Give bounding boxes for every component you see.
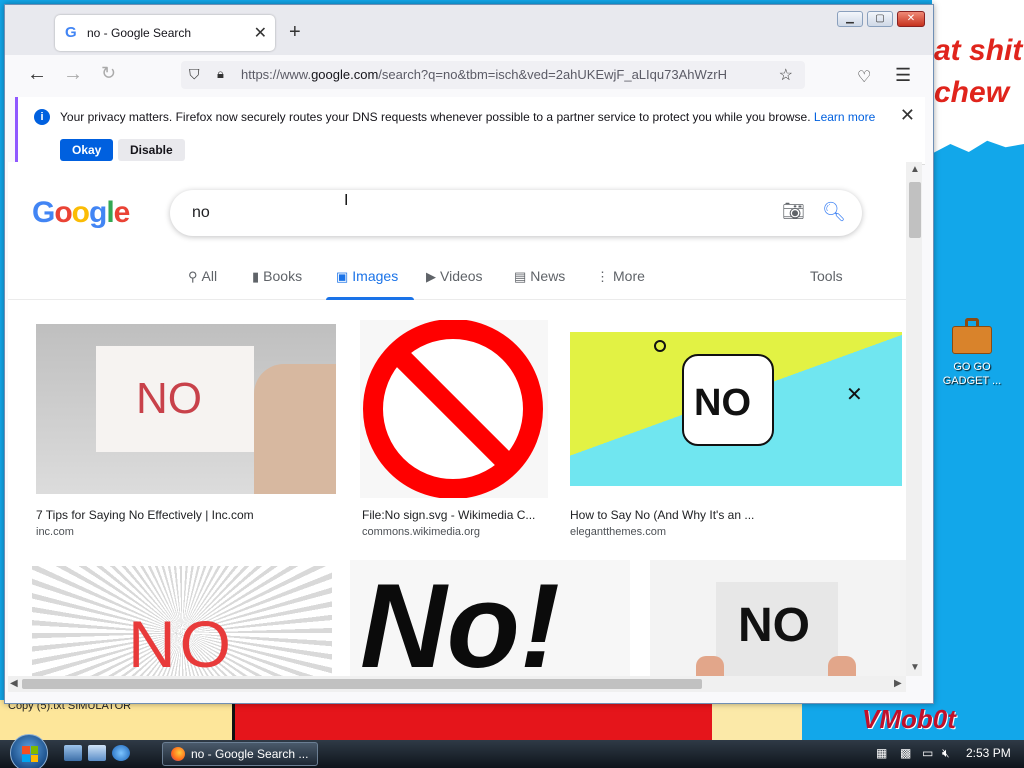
tab-title: no - Google Search (87, 26, 192, 40)
taskbar-firefox-button[interactable]: no - Google Search ... (162, 742, 318, 766)
active-tab-indicator (326, 297, 414, 300)
result-thumbnail[interactable]: No! (350, 560, 630, 676)
video-icon: ▶ (426, 269, 436, 284)
result-title[interactable]: 7 Tips for Saying No Effectively | Inc.c… (36, 508, 254, 522)
scroll-left-icon[interactable]: ◀ (10, 678, 18, 689)
image-icon: ▣ (336, 269, 349, 284)
search-icon: ⚲ (188, 269, 198, 284)
tab-books[interactable]: ▮ Books (252, 268, 302, 285)
vertical-scrollbar[interactable]: ▲ ▼ (906, 162, 922, 676)
tab-news[interactable]: ▤ News (514, 268, 565, 285)
pocket-icon[interactable]: ♡ (857, 67, 871, 87)
search-icon[interactable]: 🔍︎ (822, 200, 846, 224)
learn-more-link[interactable]: Learn more (814, 110, 875, 124)
tab-videos[interactable]: ▶ Videos (426, 268, 483, 285)
camera-icon[interactable]: 📷︎ (782, 201, 805, 222)
vertical-scroll-thumb[interactable] (909, 182, 921, 238)
search-tabs: ⚲ All ▮ Books ▣ Images ▶ Videos ▤ News ⋮ More … (8, 258, 906, 300)
bookmark-star-icon[interactable]: ☆ (779, 65, 793, 85)
tab-google-search[interactable]: G no - Google Search ✕ (55, 15, 275, 51)
lock-icon[interactable]: 🔒︎ (217, 66, 224, 82)
start-button[interactable] (10, 734, 48, 768)
hamburger-menu-icon[interactable]: ☰ (895, 65, 911, 86)
dns-privacy-notification: i Your privacy matters. Firefox now secu… (15, 97, 925, 165)
tab-more[interactable]: ⋮ More (596, 268, 645, 285)
switch-windows-icon[interactable] (88, 745, 106, 761)
volume-muted-icon[interactable]: 🔇︎ (942, 746, 950, 761)
google-favicon-icon: G (65, 24, 77, 41)
tracking-shield-icon[interactable]: ⛉ (189, 66, 200, 83)
reload-icon[interactable]: ↻ (101, 63, 116, 84)
news-icon: ▤ (514, 269, 527, 284)
result-thumbnail[interactable]: NO ✕ (570, 332, 902, 486)
close-window-button[interactable]: ✕ (897, 11, 925, 27)
network-icon[interactable]: ▦ (876, 746, 887, 760)
result-title[interactable]: How to Say No (And Why It's an ... (570, 508, 754, 522)
book-icon: ▮ (252, 269, 260, 284)
google-images-page: Google no 📷︎ 🔍︎ I ⚲ All ▮ Books ▣ Images ▶ V… (8, 162, 906, 676)
more-dots-icon: ⋮ (596, 269, 609, 284)
display-icon[interactable]: ▭ (922, 746, 933, 760)
desktop-icon-go-go-gadget[interactable]: GO GO GADGET ... (940, 316, 1004, 388)
result-source: elegantthemes.com (570, 526, 666, 538)
url-bar[interactable]: ⛉ 🔒︎ https://www.google.com/search?q=no&… (181, 61, 805, 89)
result-thumbnail[interactable]: NO (32, 566, 332, 676)
google-logo[interactable]: Google (32, 196, 130, 230)
no-sign-icon (363, 320, 543, 498)
url-text[interactable]: https://www.google.com/search?q=no&tbm=i… (241, 67, 761, 82)
notification-close-icon[interactable]: ✕ (900, 105, 915, 126)
tab-bar: G no - Google Search ✕ + ▁ ▢ ✕ (5, 5, 933, 55)
result-thumbnail[interactable]: NO (36, 324, 336, 494)
wallpaper-text-1: at shit (934, 34, 1023, 67)
desktop-icon-label: GO GO GADGET ... (942, 361, 1002, 387)
briefcase-icon (952, 316, 992, 354)
info-icon: i (34, 109, 50, 125)
result-source: commons.wikimedia.org (362, 526, 480, 538)
okay-button[interactable]: Okay (60, 139, 114, 161)
firefox-icon (171, 747, 185, 761)
search-input[interactable]: no 📷︎ 🔍︎ (170, 190, 862, 236)
internet-explorer-icon[interactable] (112, 745, 130, 761)
horizontal-scrollbar[interactable]: ◀ ▶ (8, 676, 906, 692)
maximize-button[interactable]: ▢ (867, 11, 893, 27)
windows-logo-icon (22, 746, 38, 762)
tab-close-icon[interactable]: ✕ (254, 23, 267, 43)
wallpaper-panel-cream (712, 700, 802, 740)
show-desktop-icon[interactable] (64, 745, 82, 761)
wallpaper-logo: VMob0t (862, 704, 956, 734)
taskbar-window-title: no - Google Search ... (191, 747, 309, 761)
tools-button[interactable]: Tools (810, 268, 843, 284)
result-thumbnail[interactable] (360, 320, 548, 498)
scroll-up-icon[interactable]: ▲ (910, 164, 920, 175)
search-query[interactable]: no (192, 204, 210, 222)
result-source: inc.com (36, 526, 74, 538)
forward-icon[interactable]: → (63, 63, 83, 86)
result-thumbnail[interactable]: NO (650, 560, 906, 676)
notification-message: Your privacy matters. Firefox now secure… (60, 110, 876, 124)
minimize-button[interactable]: ▁ (837, 11, 863, 27)
scroll-down-icon[interactable]: ▼ (910, 662, 920, 673)
text-cursor-icon: I (344, 192, 349, 209)
new-tab-button[interactable]: + (289, 21, 301, 44)
taskbar: no - Google Search ... ▦ ▩ ▭ 🔇︎ 2:53 PM (0, 734, 1024, 768)
back-icon[interactable]: ← (27, 63, 47, 86)
disable-button[interactable]: Disable (118, 139, 185, 161)
result-title[interactable]: File:No sign.svg - Wikimedia C... (362, 508, 535, 522)
scroll-right-icon[interactable]: ▶ (894, 678, 902, 689)
wallpaper-text-2: chew (934, 76, 1010, 109)
security-icon[interactable]: ▩ (900, 746, 911, 760)
navigation-bar: ← → ↻ ⛉ 🔒︎ https://www.google.com/search… (5, 55, 933, 95)
wallpaper-panel-red (232, 704, 712, 740)
horizontal-scroll-thumb[interactable] (22, 679, 702, 689)
tab-all[interactable]: ⚲ All (188, 268, 217, 285)
system-clock[interactable]: 2:53 PM (966, 746, 1011, 760)
tab-images[interactable]: ▣ Images (336, 268, 398, 285)
